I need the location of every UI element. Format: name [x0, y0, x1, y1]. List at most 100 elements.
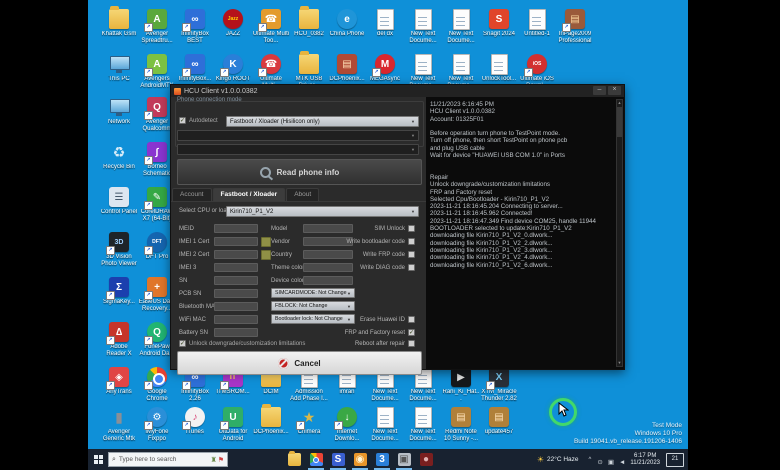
- desktop-icon-xtm-miracle-thunder-2-82[interactable]: X↗XTM_Miracle Thunder 2.82: [480, 366, 518, 410]
- minimize-button[interactable]: –: [593, 86, 606, 95]
- tab-fastboot-xloader[interactable]: Fastboot / Xloader: [213, 188, 286, 201]
- taskbar-app-orange-app[interactable]: ◉: [349, 449, 371, 470]
- start-button[interactable]: [88, 449, 108, 470]
- desktop-icon-del-dx[interactable]: del dx: [366, 8, 404, 52]
- taskbar-app-red-app[interactable]: ●: [415, 449, 437, 470]
- log-scrollbar[interactable]: ▲ ▼: [616, 99, 623, 367]
- desktop-icon-khattak-gsm[interactable]: Khattak Gsm: [100, 8, 138, 52]
- tray-icon-1[interactable]: ▣: [608, 459, 614, 466]
- desktop-icon-chimera[interactable]: ★↗Chimera: [290, 406, 328, 450]
- desktop-icon-3d-vision-photo-viewer[interactable]: 3D↗3D Vision Photo Viewer: [100, 231, 138, 275]
- shortcut-arrow-icon: ↗: [144, 246, 153, 255]
- taskbar-app-gray-app[interactable]: ▣: [393, 449, 415, 470]
- desktop-icon-update457[interactable]: ▤update457: [480, 406, 518, 450]
- shortcut-arrow-icon: ↗: [106, 381, 115, 390]
- scroll-down-icon[interactable]: ▼: [617, 360, 622, 366]
- window-titlebar[interactable]: HCU Client v1.0.0.0382 – ×: [171, 85, 624, 97]
- desktop-icon-ultimate-multi-too[interactable]: ☎↗Ultimate Multi Too...: [252, 8, 290, 52]
- field-input-meid[interactable]: [214, 224, 258, 233]
- desktop-icon-hcu-0382[interactable]: HCU_0382: [290, 8, 328, 52]
- checkbox-frp-and-factory-reset[interactable]: ✓: [408, 329, 415, 336]
- desktop-icon-sigmakey[interactable]: Σ↗SigmaKey...: [100, 276, 138, 320]
- desktop-icon-dcphoenix[interactable]: DCPhoenix...: [252, 406, 290, 450]
- chevron-down-icon: ▼: [411, 119, 415, 124]
- checkbox-write-frp-code[interactable]: [408, 251, 415, 258]
- field-input-pcb-sn[interactable]: [214, 289, 258, 298]
- desktop-icon-this-pc[interactable]: This PC: [100, 53, 138, 97]
- desktop-icon-infinitybox-best[interactable]: ∞↗InfinityBox BEST: [176, 8, 214, 52]
- combo-fblock[interactable]: FBLOCK: Not Change▼: [271, 301, 355, 311]
- desktop-icon-jazz[interactable]: JazzJAZZ: [214, 8, 252, 52]
- desktop-icon-itunes[interactable]: ♪↗iTunes: [176, 406, 214, 450]
- tab-account[interactable]: Account: [172, 188, 212, 201]
- desktop-icon-internet-downlo[interactable]: ↓↗Internet Downlo...: [328, 406, 366, 450]
- desktop-icon-new-text-docume[interactable]: New Text Docume...: [404, 406, 442, 450]
- empty-combo-2[interactable]: ▼: [177, 144, 419, 155]
- desktop-icon-adobe-reader-x[interactable]: ∆↗Adobe Reader X: [100, 321, 138, 365]
- taskbar-clock[interactable]: 6:17 PM 11/21/2023: [630, 453, 660, 467]
- field-input-imei-3[interactable]: [214, 263, 258, 272]
- taskbar-app-blue-app[interactable]: S: [327, 449, 349, 470]
- desktop-icon-avenger-generic-mtk[interactable]: ▮Avenger Generic Mtk: [100, 406, 138, 450]
- desktop-icon-inpage2009-professional[interactable]: ▤↗InPage2009 Professional: [556, 8, 594, 52]
- desktop-icon-rani-ki-hat[interactable]: ▶Rani_Ki_Hat...: [442, 366, 480, 410]
- checkbox-sim-unlock[interactable]: [408, 225, 415, 232]
- scroll-up-icon[interactable]: ▲: [617, 100, 622, 106]
- cert-button[interactable]: [261, 237, 271, 247]
- desktop-icon-label: Avenger Spreadtru...: [138, 31, 176, 45]
- combo-simcardmode[interactable]: SIMCARDMODE: Not Change▼: [271, 288, 355, 298]
- desktop-icon-china-phone[interactable]: eChina Phone: [328, 8, 366, 52]
- field-input-imei-2-cert[interactable]: [214, 250, 258, 259]
- close-button[interactable]: ×: [608, 86, 621, 95]
- cpu-loader-combo[interactable]: Kirin710_P1_V2▼: [226, 206, 419, 217]
- read-phone-info-button[interactable]: Read phone info: [177, 159, 422, 185]
- field-input-sn[interactable]: [214, 276, 258, 285]
- taskbar-app-file-explorer[interactable]: [283, 449, 305, 470]
- desktop-icon-ultdata-for-android[interactable]: U↗UltData for Android: [214, 406, 252, 450]
- desktop-icon-label: Rani_Ki_Hat...: [442, 389, 480, 403]
- scroll-thumb[interactable]: [617, 107, 622, 137]
- desktop-icon-untitled-1[interactable]: Untitled-1: [518, 8, 556, 52]
- desktop-icon-avenger-spreadtru[interactable]: A↗Avenger Spreadtru...: [138, 8, 176, 52]
- cert-button[interactable]: [261, 250, 271, 260]
- desktop-icon-redmi-note-10-sunny[interactable]: ▤Redmi Note 10 Sunny -...: [442, 406, 480, 450]
- field-input-wifi-mac[interactable]: [214, 315, 258, 324]
- desktop-icon-snagit-2024[interactable]: SSnagit 2024: [480, 8, 518, 52]
- taskbar-app-chrome[interactable]: [305, 449, 327, 470]
- desktop-icon-control-panel[interactable]: ☰Control Panel: [100, 186, 138, 230]
- desktop: Khattak GsmA↗Avenger Spreadtru...∞↗Infin…: [88, 0, 688, 470]
- autodetect-checkbox[interactable]: ✓: [179, 117, 186, 124]
- notification-center-button[interactable]: 21: [666, 453, 684, 467]
- desktop-icon-label: JAZZ: [214, 31, 252, 38]
- field-input-imei-1-cert[interactable]: [214, 237, 258, 246]
- desktop-icon-anytrans[interactable]: ◈↗AnyTrans: [100, 366, 138, 410]
- field-input-bluetooth-mac[interactable]: [214, 302, 258, 311]
- desktop-icon-label: InfinityBox 2.26: [176, 389, 214, 403]
- tray-icon-0[interactable]: ⊙: [597, 459, 602, 466]
- desktop-icon-imyfone-fixppo[interactable]: ⚙↗iMyFone Fixppo: [138, 406, 176, 450]
- field-input-device-color[interactable]: [303, 276, 353, 285]
- desktop-icon-new-text-docume[interactable]: New Text Docume...: [404, 8, 442, 52]
- field-input-battery-sn[interactable]: [214, 328, 258, 337]
- weather-widget[interactable]: ☀ 22°C Haze: [537, 455, 579, 464]
- taskbar-search[interactable]: ⌕ Type here to search ♜ ⚑: [108, 452, 228, 467]
- checkbox-erase-huawei-id[interactable]: [408, 316, 415, 323]
- reboot-after-repair-checkbox[interactable]: [408, 340, 415, 347]
- checkbox-write-diag-code[interactable]: [408, 264, 415, 271]
- taskbar-app-3utools[interactable]: 3: [371, 449, 393, 470]
- desktop-icon-google-chrome[interactable]: ↗Google Chrome: [138, 366, 176, 410]
- connection-mode-combo[interactable]: Fastboot / Xloader (Hisilicon only)▼: [226, 116, 419, 127]
- desktop-icon-label: New Text Docume...: [366, 389, 404, 403]
- log-line: Account: 01325F01: [430, 116, 614, 123]
- cancel-button[interactable]: Cancel: [177, 351, 422, 375]
- tab-about[interactable]: About: [286, 188, 319, 201]
- checkbox-write-bootloader-code[interactable]: [408, 238, 415, 245]
- tray-expand-chevron[interactable]: ^: [589, 457, 592, 463]
- desktop-icon-new-text-docume[interactable]: New Text Docume...: [442, 8, 480, 52]
- unlock-downgrade-checkbox[interactable]: ✓: [179, 340, 186, 347]
- empty-combo-1[interactable]: ▼: [177, 130, 419, 141]
- desktop-icon-network[interactable]: Network: [100, 96, 138, 140]
- desktop-icon-new-text-docume[interactable]: New Text Docume...: [366, 406, 404, 450]
- desktop-icon-recycle-bin[interactable]: ♻Recycle Bin: [100, 141, 138, 185]
- tray-icon-2[interactable]: ◄: [619, 459, 625, 466]
